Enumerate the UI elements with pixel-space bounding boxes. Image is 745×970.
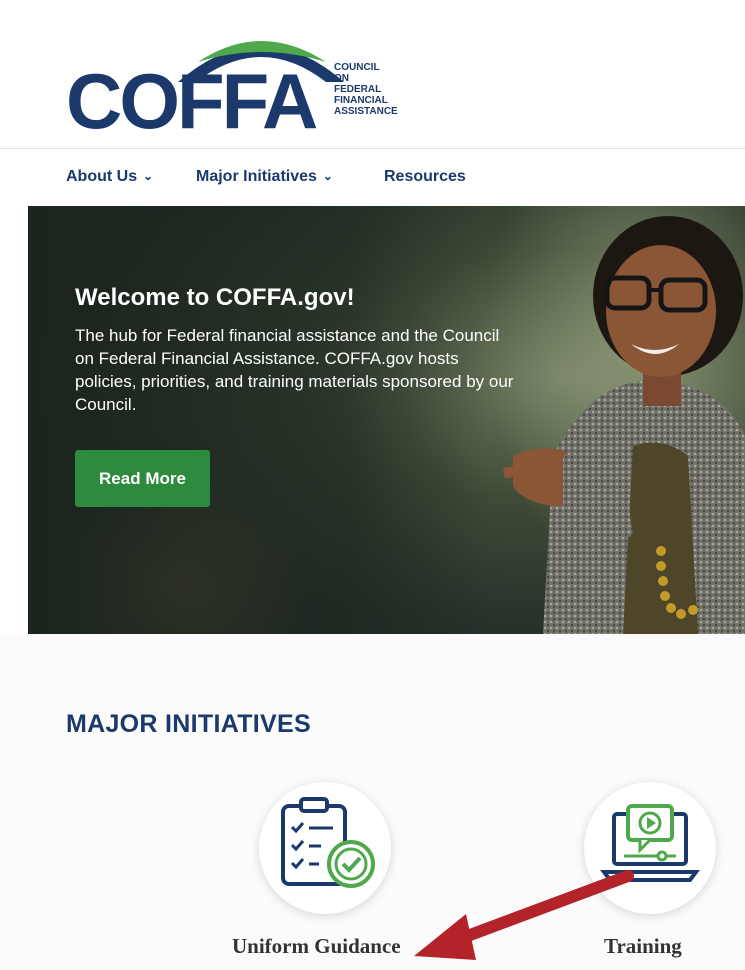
annotation-arrow-icon bbox=[414, 870, 634, 960]
logo-tagline-line: COUNCIL bbox=[334, 62, 380, 73]
nav-item-resources[interactable]: Resources bbox=[384, 168, 466, 186]
logo-tagline-line: ON bbox=[334, 73, 349, 84]
site-header: COFFA COUNCIL ON FEDERAL FINANCIAL ASSIS… bbox=[0, 0, 745, 148]
presenter-photo bbox=[503, 216, 745, 634]
logo-tagline: COUNCIL ON FEDERAL FINANCIAL ASSISTANCE bbox=[334, 62, 398, 117]
logo-tagline-line: FINANCIAL bbox=[334, 95, 388, 106]
checklist-icon bbox=[281, 797, 375, 888]
logo-tagline-line: FEDERAL bbox=[334, 84, 382, 95]
hero-text-overlay bbox=[28, 206, 488, 634]
hero-description: The hub for Federal financial assistance… bbox=[75, 326, 514, 414]
chevron-down-icon: ⌄ bbox=[143, 169, 154, 183]
uniform-guidance-link[interactable]: Uniform Guidance bbox=[232, 934, 401, 959]
nav-item-label: About Us bbox=[66, 168, 138, 185]
logo-tagline-line: ASSISTANCE bbox=[334, 106, 398, 117]
nav-item-about-us[interactable]: About Us ⌄ bbox=[66, 168, 153, 186]
logo-wordmark: COFFA bbox=[66, 57, 318, 145]
uniform-guidance-card[interactable] bbox=[259, 782, 391, 914]
main-nav: About Us ⌄ Major Initiatives ⌄ Resources bbox=[0, 148, 745, 207]
hero-banner: Welcome to COFFA.gov! The hub for Federa… bbox=[28, 206, 745, 634]
nav-item-label: Resources bbox=[384, 168, 466, 185]
hero-title: Welcome to COFFA.gov! bbox=[75, 284, 355, 311]
section-title: MAJOR INITIATIVES bbox=[66, 710, 311, 738]
coffa-logo[interactable]: COFFA COUNCIL ON FEDERAL FINANCIAL ASSIS… bbox=[66, 22, 426, 140]
chevron-down-icon: ⌄ bbox=[322, 169, 333, 183]
nav-item-major-initiatives[interactable]: Major Initiatives ⌄ bbox=[196, 168, 333, 186]
nav-item-label: Major Initiatives bbox=[196, 168, 317, 185]
read-more-button[interactable]: Read More bbox=[75, 450, 210, 507]
